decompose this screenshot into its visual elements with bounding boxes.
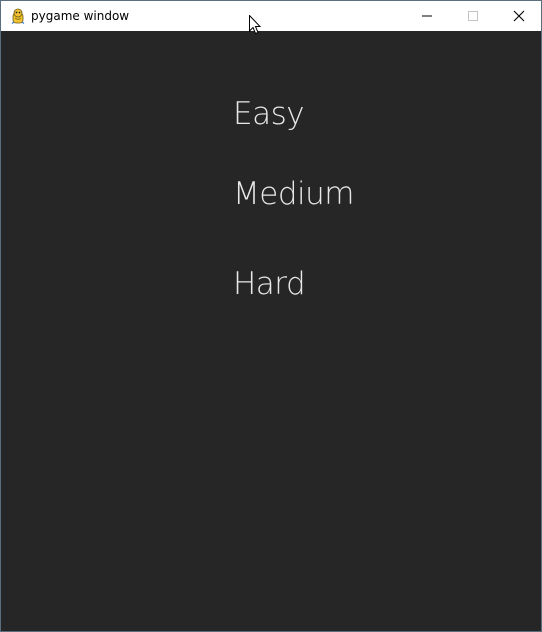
close-icon	[513, 7, 525, 26]
close-button[interactable]	[496, 1, 541, 31]
title-bar[interactable]: pygame window	[1, 1, 541, 31]
difficulty-hard-option[interactable]: Hard	[233, 266, 306, 302]
maximize-icon	[467, 7, 479, 26]
maximize-button[interactable]	[450, 1, 496, 31]
difficulty-medium-option[interactable]: Medium	[233, 176, 354, 212]
game-canvas[interactable]: Easy Medium Hard	[1, 31, 541, 631]
difficulty-easy-option[interactable]: Easy	[233, 96, 305, 132]
pygame-snake-icon	[10, 8, 26, 24]
minimize-icon	[421, 7, 433, 26]
window-title: pygame window	[31, 9, 130, 23]
pygame-window: pygame window Easy Medium Hard	[0, 0, 542, 632]
minimize-button[interactable]	[404, 1, 450, 31]
